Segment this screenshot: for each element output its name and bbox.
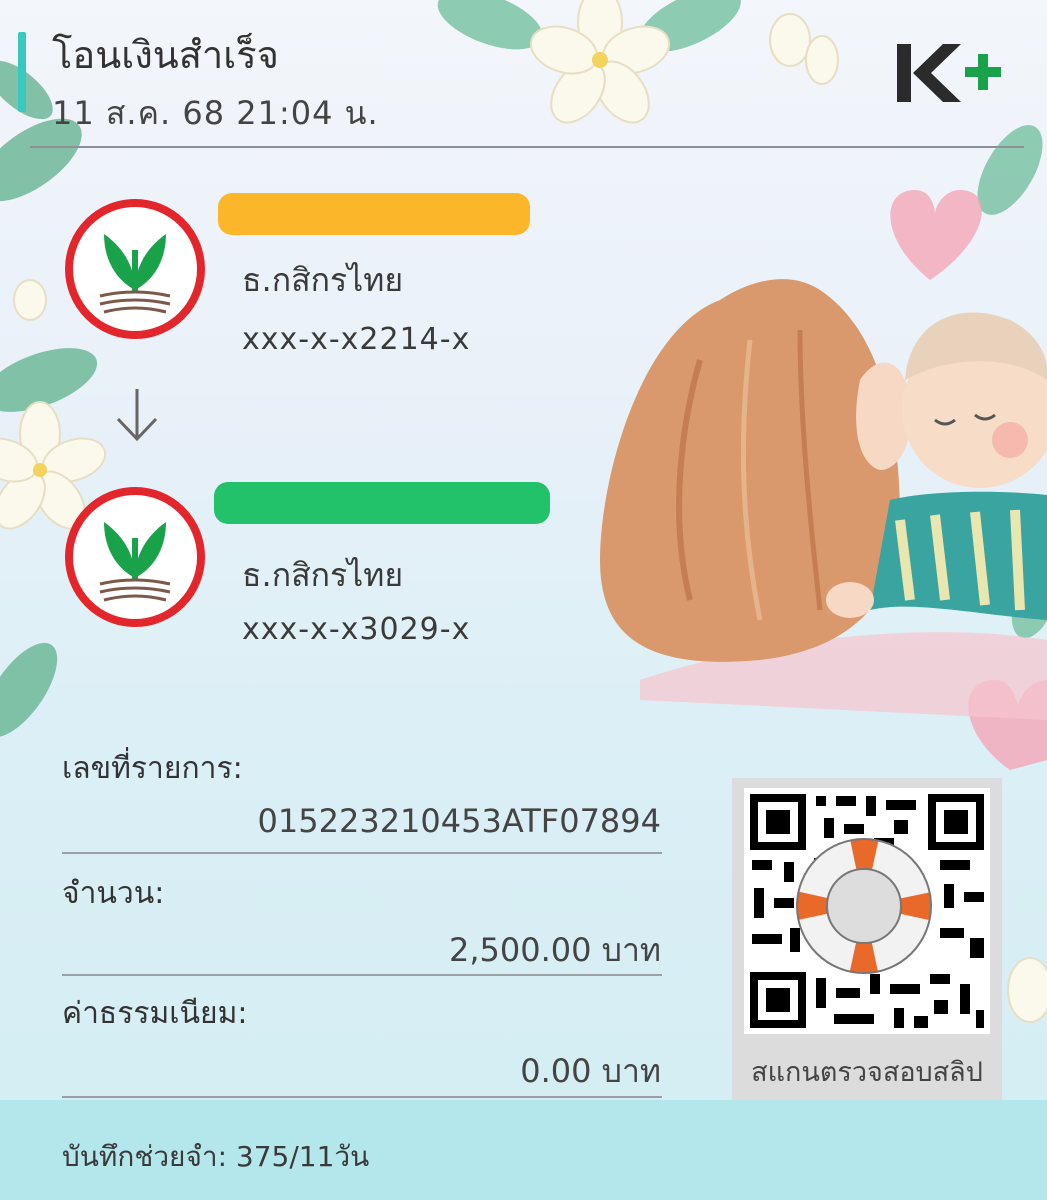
qr-caption: สแกนตรวจสอบสลิป xyxy=(751,1057,983,1088)
fee-value: 0.00 บาท xyxy=(520,1052,661,1090)
divider xyxy=(62,1096,662,1098)
fee-label: ค่าธรรมเนียม: xyxy=(62,996,248,1031)
amount-value: 2,500.00 บาท xyxy=(448,931,661,969)
lifebuoy-icon xyxy=(796,838,932,974)
memo-text: บันทึกช่วยจำ: 375/11วัน xyxy=(62,1140,370,1173)
reference-label: เลขที่รายการ: xyxy=(62,751,243,786)
receiver-bank-name: ธ.กสิกรไทย xyxy=(242,556,404,594)
arrow-down-icon xyxy=(116,389,158,442)
k-plus-logo xyxy=(897,44,1001,102)
header-accent-bar xyxy=(18,32,26,112)
divider xyxy=(62,852,662,854)
divider xyxy=(62,974,662,976)
qr-code[interactable] xyxy=(744,788,990,1034)
sender-bank-name: ธ.กสิกรไทย xyxy=(242,261,404,299)
receiver-account-number: xxx-x-x3029-x xyxy=(242,612,471,647)
kasikorn-bank-logo xyxy=(65,199,205,339)
page-title: โอนเงินสำเร็จ xyxy=(52,33,279,77)
sender-name-redacted xyxy=(218,193,530,235)
kasikorn-bank-logo xyxy=(65,487,205,627)
reference-value: 015223210453ATF07894 xyxy=(257,802,661,840)
receiver-name-redacted xyxy=(214,482,550,524)
sender-account-number: xxx-x-x2214-x xyxy=(242,322,471,357)
amount-label: จำนวน: xyxy=(62,876,165,911)
header-divider xyxy=(30,146,1024,148)
transaction-datetime: 11 ส.ค. 68 21:04 น. xyxy=(52,94,379,132)
